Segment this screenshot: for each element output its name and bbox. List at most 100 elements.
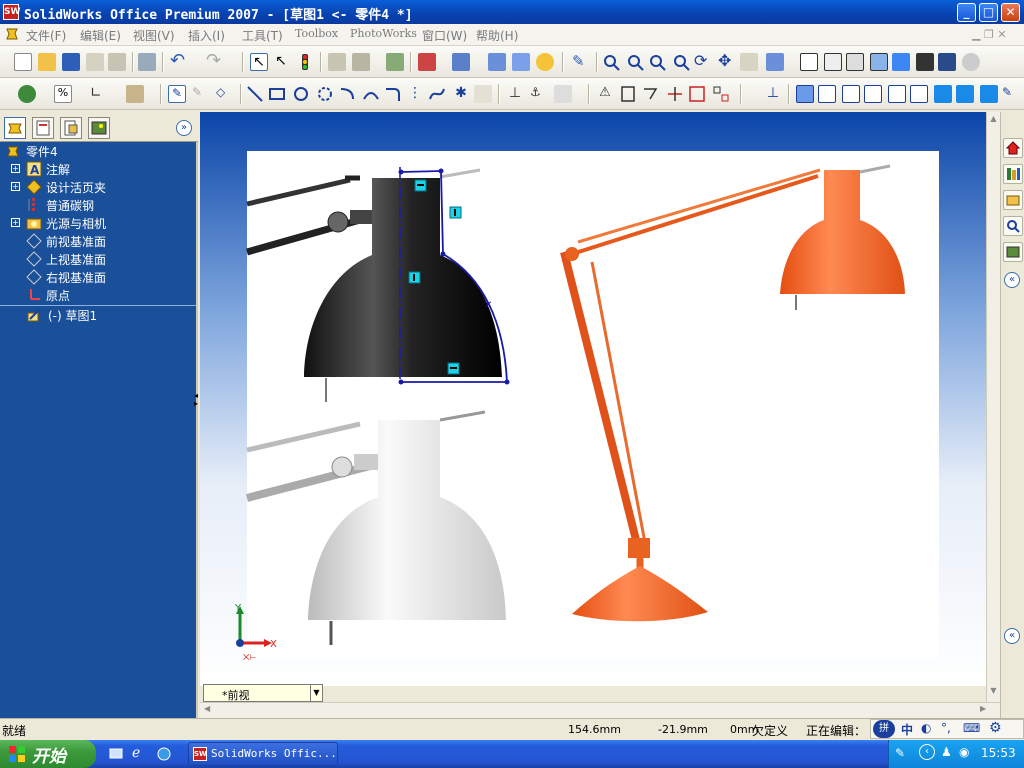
display-relations-icon[interactable]: ⚓ — [530, 85, 548, 103]
bottom-view-icon[interactable] — [910, 85, 928, 103]
sketch-point[interactable] — [398, 379, 404, 385]
select-other-icon[interactable]: ↖ — [272, 53, 290, 71]
shadows-icon[interactable] — [916, 53, 934, 71]
line-icon[interactable] — [246, 85, 264, 103]
tab-property-manager[interactable] — [32, 117, 54, 139]
horizontal-scrollbar[interactable]: ◀ ▶ — [200, 702, 1000, 718]
sketch-icon[interactable]: ✎ — [168, 85, 186, 103]
rectangle-icon[interactable] — [268, 85, 286, 103]
section-view-icon[interactable] — [938, 53, 956, 71]
redo-icon[interactable]: ↷ — [206, 52, 224, 71]
menu-view[interactable]: 视图(V) — [133, 27, 175, 44]
close-button[interactable]: ✕ — [1001, 3, 1020, 22]
zoom-to-fit-icon[interactable] — [602, 53, 620, 71]
clock[interactable]: 15:53 — [981, 746, 1016, 760]
tile-windows-icon[interactable] — [488, 53, 506, 71]
soft-keyboard-icon[interactable]: ⌨ — [963, 721, 980, 735]
scroll-down-arrow-icon[interactable]: ▼ — [988, 686, 999, 698]
menu-window[interactable]: 窗口(W) — [422, 27, 467, 44]
coordinate-system-icon[interactable]: ∟ — [90, 85, 108, 103]
point-icon[interactable]: ✱ — [452, 85, 470, 103]
expand-icon[interactable]: + — [11, 164, 20, 173]
menu-insert[interactable]: 插入(I) — [188, 27, 225, 44]
punctuation-icon[interactable]: °, — [941, 721, 951, 735]
menu-photoworks[interactable]: PhotoWorks — [350, 27, 417, 40]
mirror-icon[interactable]: ⚠ — [596, 85, 614, 103]
tree-item-part[interactable]: 零件4 — [0, 142, 196, 160]
add-relation-icon[interactable]: ⊥ — [506, 85, 524, 103]
rebuild-traffic-light-icon[interactable] — [296, 53, 314, 71]
collapse-panel-button[interactable]: » — [176, 120, 192, 136]
show-desktop-icon[interactable] — [108, 746, 124, 762]
tree-item-annotations[interactable]: + A 注解 — [0, 160, 196, 178]
options-icon[interactable] — [386, 53, 404, 71]
circle-icon[interactable] — [292, 85, 310, 103]
tree-item-material[interactable]: 普通碳钢 — [0, 196, 196, 214]
dimetric-view-icon[interactable] — [980, 85, 998, 103]
spline-icon[interactable] — [428, 85, 446, 103]
menu-toolbox[interactable]: Toolbox — [295, 27, 338, 40]
tab-configuration-manager[interactable] — [60, 117, 82, 139]
hidden-lines-removed-icon[interactable] — [846, 53, 864, 71]
expand-icon[interactable]: + — [11, 182, 20, 191]
file-explorer-icon[interactable] — [1003, 190, 1023, 210]
zoom-in-out-icon[interactable] — [648, 53, 666, 71]
make-drawing-icon[interactable] — [86, 53, 104, 71]
view-selector-icon[interactable]: ✎ — [1002, 85, 1020, 103]
right-view-icon[interactable] — [864, 85, 882, 103]
spline-handle-icon[interactable]: ✕ — [484, 300, 492, 311]
isometric-view-icon[interactable] — [934, 85, 952, 103]
sketch-point[interactable] — [440, 251, 446, 257]
snap-icon[interactable] — [554, 85, 572, 103]
file-properties-icon[interactable] — [352, 53, 370, 71]
half-width-icon[interactable]: ◐ — [921, 721, 931, 735]
roll-view-icon[interactable] — [740, 53, 758, 71]
shaded-with-edges-icon[interactable] — [870, 53, 888, 71]
start-button[interactable]: 开始 — [0, 740, 96, 768]
view-name-dropdown[interactable]: *前视 ▼ — [203, 684, 323, 702]
scroll-left-arrow-icon[interactable]: ◀ — [204, 704, 216, 716]
tangent-arc-icon[interactable] — [338, 85, 356, 103]
left-view-icon[interactable] — [842, 85, 860, 103]
menu-help[interactable]: 帮助(H) — [476, 27, 518, 44]
minimize-button[interactable]: _ — [957, 3, 976, 22]
wireframe-icon[interactable] — [800, 53, 818, 71]
sketch-mode-icon[interactable] — [18, 85, 36, 103]
offset-entities-icon[interactable] — [620, 85, 638, 103]
menu-file[interactable]: 文件(F) — [26, 27, 66, 44]
volume-icon[interactable]: ◉ — [959, 745, 969, 759]
centerpoint-arc-icon[interactable] — [316, 85, 334, 103]
internet-explorer-icon[interactable]: ℯ — [132, 746, 148, 762]
make-assembly-icon[interactable] — [108, 53, 126, 71]
design-library-icon[interactable] — [1003, 164, 1023, 184]
home-icon[interactable] — [1003, 138, 1023, 158]
expand-icon[interactable]: + — [11, 218, 20, 227]
sketch-point[interactable] — [398, 169, 404, 175]
smart-dimension-icon[interactable]: % — [54, 85, 72, 103]
3d-sketch-icon[interactable]: ✎ — [192, 85, 210, 103]
zoom-area-icon[interactable] — [626, 53, 644, 71]
save-icon[interactable] — [62, 53, 80, 71]
help-icon[interactable] — [536, 53, 554, 71]
scroll-right-arrow-icon[interactable]: ▶ — [980, 704, 992, 716]
tab-feature-manager[interactable] — [4, 117, 26, 139]
pattern-icon[interactable] — [712, 85, 730, 103]
realview-icon[interactable] — [962, 53, 980, 71]
ime-logo-icon[interactable]: 拼 — [873, 720, 895, 738]
three-point-arc-icon[interactable] — [362, 85, 380, 103]
sketch-point[interactable] — [438, 168, 444, 174]
tab-photoworks[interactable] — [88, 117, 110, 139]
print-icon[interactable] — [138, 53, 156, 71]
shaded-icon[interactable] — [892, 53, 910, 71]
solidworks-logo-icon[interactable]: SW — [3, 4, 20, 20]
view-palette-icon[interactable] — [1003, 242, 1023, 262]
tree-item-top-plane[interactable]: 上视基准面 — [0, 250, 196, 268]
toolbox-icon[interactable] — [418, 53, 436, 71]
mdi-window-controls[interactable]: ▁ ❐ ✕ — [972, 28, 1018, 42]
zoom-to-selection-icon[interactable] — [672, 53, 690, 71]
tree-item-design-binder[interactable]: + 设计活页夹 — [0, 178, 196, 196]
ime-tray-icon[interactable]: ✎ — [895, 746, 905, 760]
sketch-text-icon[interactable] — [474, 85, 492, 103]
collapse-task-pane-icon[interactable]: « — [1004, 272, 1020, 288]
window-layout-icon[interactable] — [452, 53, 470, 71]
